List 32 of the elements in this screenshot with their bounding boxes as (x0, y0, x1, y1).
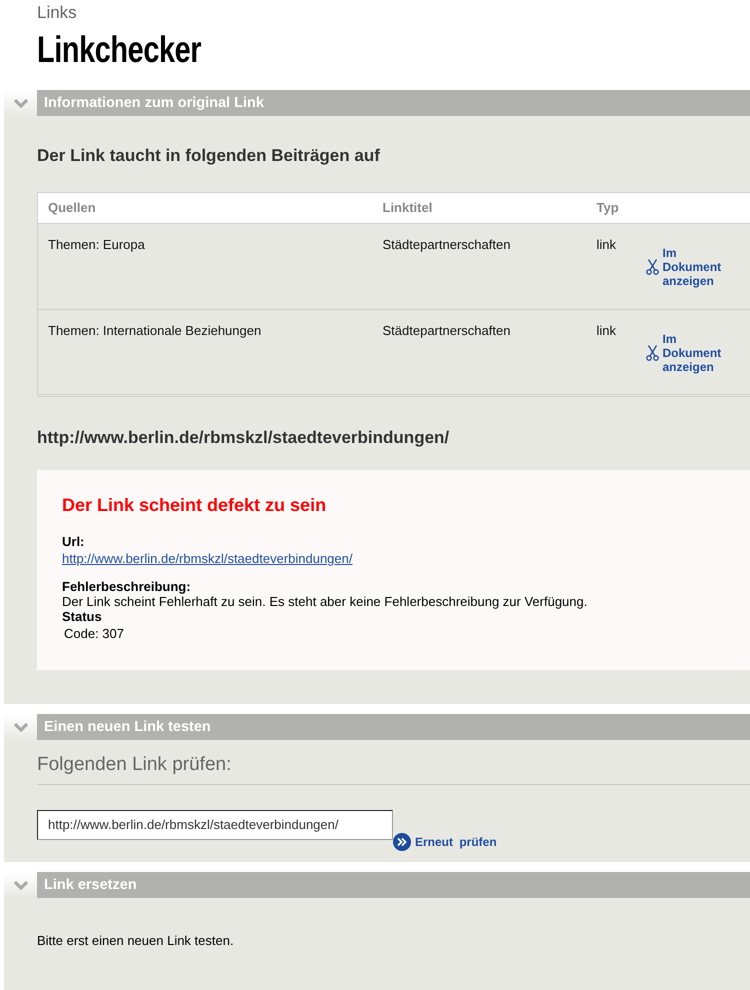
status-label: Status (62, 608, 103, 624)
table-cell: Städtepartnerschaften (372, 224, 586, 310)
section-heading: Folgenden Link prüfen: (37, 740, 750, 784)
section-header: Link ersetzen (37, 872, 750, 898)
section-heading: Der Link taucht in folgenden Beiträgen auf (37, 145, 381, 166)
column-header: Quellen (38, 192, 372, 224)
table-cell: Themen: Internationale Beziehungen (38, 310, 372, 396)
info-message: Bitte erst einen neuen Link testen. (37, 932, 235, 950)
url-link[interactable]: http://www.berlin.de/rbmskzl/staedteverbindungen/ (62, 551, 352, 566)
error-description-label: Fehlerbeschreibung: (62, 578, 192, 594)
table-cell: Themen: Europa (38, 224, 372, 310)
url-input-field[interactable]: http://www.berlin.de/rbmskzl/staedteverbindungen/ (37, 810, 393, 840)
column-header: Linktitel (372, 192, 586, 224)
breadcrumb-text: Links (37, 2, 78, 23)
double-chevron-icon (393, 832, 411, 850)
table-cell: link (586, 310, 646, 396)
show-in-document-link[interactable]: Im Dokument anzeigen (646, 332, 726, 374)
section-header: Einen neuen Link testen (37, 714, 750, 740)
table-cell: Städtepartnerschaften (372, 310, 586, 396)
scissors-icon (646, 259, 658, 275)
section-header: Informationen zum original Link (37, 90, 750, 116)
error-title: Der Link scheint defekt zu sein (62, 494, 328, 516)
page-title: Linkchecker (37, 30, 202, 70)
status-code-text: Code: 307 (63, 624, 125, 642)
recheck-button[interactable]: Erneut prüfen (393, 832, 497, 850)
checked-url-heading: http://www.berlin.de/rbmskzl/staedteverbindungen/ (37, 428, 450, 448)
url-label: Url: (62, 534, 86, 549)
scissors-icon (646, 345, 658, 361)
show-in-document-link[interactable]: Im Dokument anzeigen (646, 246, 726, 288)
error-description-text: Der Link scheint Fehlerhaft zu sein. Es steht aber keine Fehlerbeschreibung zur Verfügung. (62, 594, 588, 608)
column-header: Typ (586, 192, 646, 224)
table-cell: link (586, 224, 646, 310)
